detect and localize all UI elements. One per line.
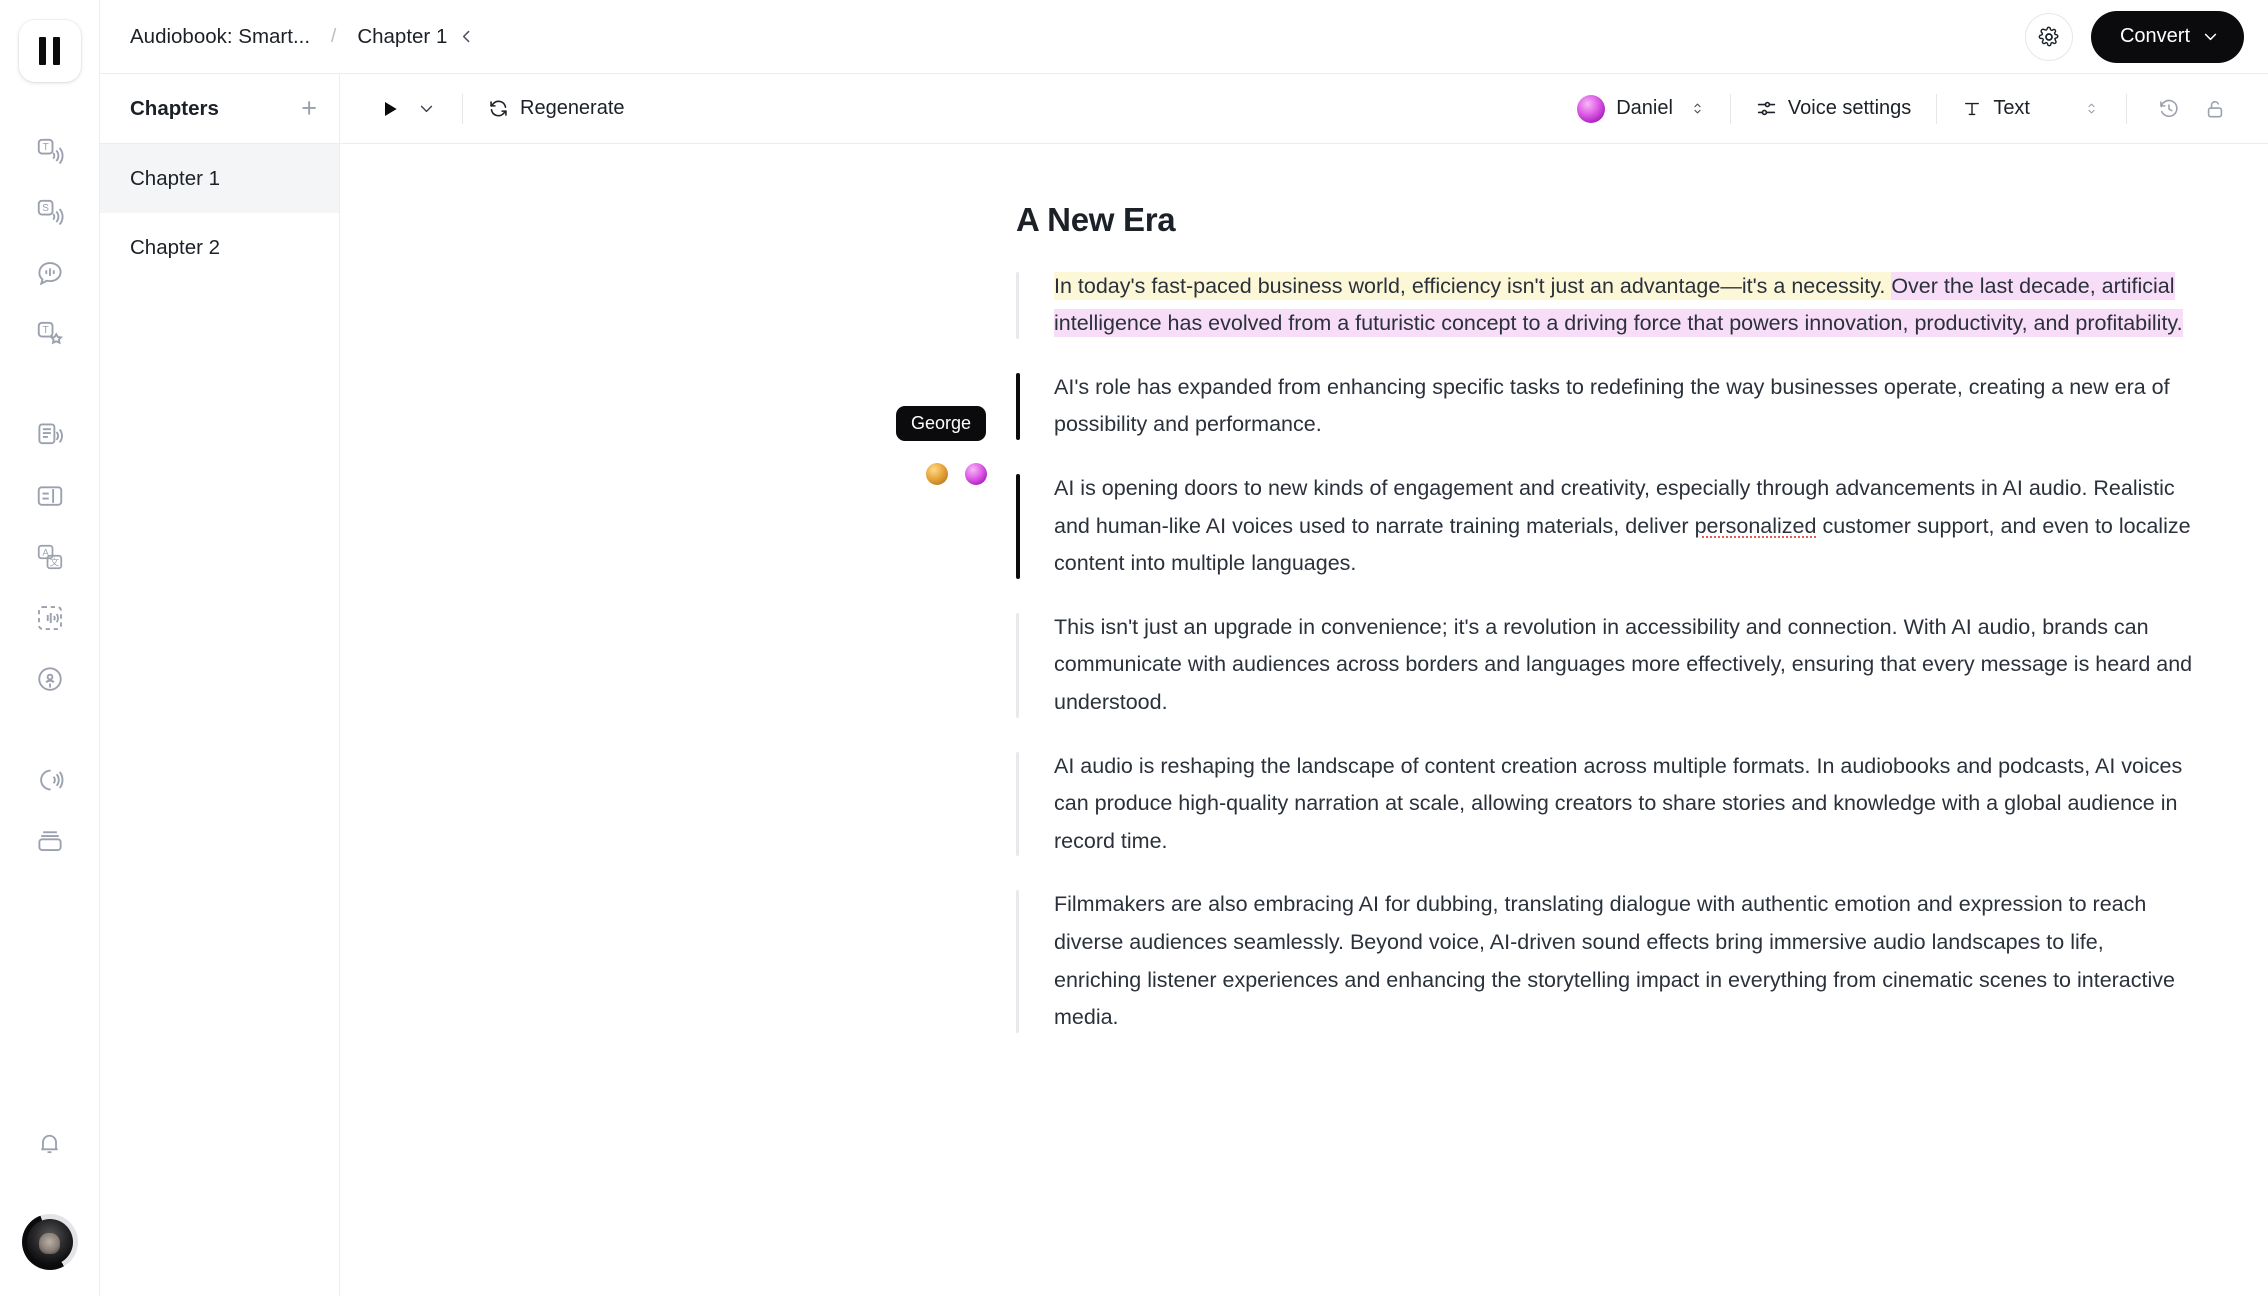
breadcrumb-separator: / [331,25,337,47]
play-options-chevron-down-icon[interactable] [410,100,443,117]
unlock-icon[interactable] [2192,86,2238,132]
app-root: T S T A 文 Audiobook: Smart... / Chapter … [0,0,2268,1296]
paragraph-2[interactable]: AI's role has expanded from enhancing sp… [1016,369,2196,444]
text-to-sfx-icon[interactable]: T [20,304,80,364]
chapter-label: Chapter 1 [130,166,221,190]
rail-top-section [18,0,81,82]
account-avatar[interactable] [21,1214,78,1270]
play-icon [385,101,397,116]
breadcrumb-root[interactable]: Audiobook: Smart... [130,25,310,49]
pause-bar-left [39,37,46,65]
highlight-yellow[interactable]: In today's fast-paced business world, ef… [1054,271,1892,300]
add-chapter-button[interactable]: + [301,95,317,122]
voice-name-label: Daniel [1616,97,1673,119]
main-column: Audiobook: Smart... / Chapter 1 Convert [100,0,2268,1296]
text-to-speech-icon[interactable]: T [20,121,80,181]
toolbar-center-group: Daniel Voice settings Text [1571,86,2238,132]
chevron-down-icon [2204,33,2217,41]
document-canvas[interactable]: George A New Era In today's fast-paced b… [340,144,2268,1296]
voice-settings-button[interactable]: Voice settings [1750,87,1917,131]
chapters-header: Chapters + [100,74,339,144]
sidebar-item-chapter-1[interactable]: Chapter 1 [100,144,339,213]
paragraph-text: AI audio is reshaping the landscape of c… [1054,753,2183,853]
editor-toolbar: Regenerate Daniel Voice settings Text [340,74,2268,144]
voice-selector[interactable]: Daniel [1571,87,1711,131]
editor-panel: Regenerate Daniel Voice settings Text Ge… [340,74,2268,1296]
rail-group-tools: A 文 [20,404,80,709]
pause-bar-right [53,37,60,65]
speech-to-speech-icon[interactable]: S [20,182,80,242]
svg-text:T: T [42,325,48,336]
translate-dub-icon[interactable]: A 文 [20,527,80,587]
toolbar-divider [1936,93,1938,124]
rail-bottom-section [20,1113,80,1296]
chapter-label: Chapter 2 [130,235,221,259]
history-icon[interactable] [2146,86,2192,132]
pause-button[interactable] [18,20,81,82]
speaker-avatars [926,463,987,485]
rail-group-generate: T S T [20,120,80,364]
document: George A New Era In today's fast-paced b… [340,144,2268,1037]
breadcrumb-current[interactable]: Chapter 1 [357,25,447,49]
avatar-photo [26,1219,73,1265]
paragraph-text: This isn't just an upgrade in convenienc… [1054,614,2193,714]
voice-avatar [1577,94,1606,123]
voice-library-icon[interactable] [20,750,80,810]
voice-isolator-icon[interactable] [20,588,80,648]
text-mode-button[interactable]: Text [1956,87,2036,131]
speaker-tooltip: George [896,406,987,441]
speaker-avatar-magenta[interactable] [965,463,987,485]
text-options-chevron-up-down-icon[interactable] [2076,100,2107,117]
header-actions: Convert [2024,10,2244,63]
notifications-bell-icon[interactable] [20,1114,80,1174]
paragraph-text: Filmmakers are also embracing AI for dub… [1054,892,2175,1030]
paragraph-1[interactable]: In today's fast-paced business world, ef… [1016,268,2196,343]
audio-editor-icon[interactable] [20,466,80,526]
chevron-left-icon[interactable] [458,28,475,45]
regenerate-button[interactable]: Regenerate [482,87,631,131]
play-button[interactable] [370,87,410,131]
paragraph-text: AI's role has expanded from enhancing sp… [1054,374,2170,437]
paragraph-6[interactable]: Filmmakers are also embracing AI for dub… [1016,886,2196,1036]
cards-stack-icon[interactable] [20,811,80,871]
paragraph-5[interactable]: AI audio is reshaping the landscape of c… [1016,748,2196,861]
toolbar-divider [2126,93,2127,124]
chapters-sidebar: Chapters + Chapter 1 Chapter 2 [100,74,340,1296]
sidebar-item-chapter-2[interactable]: Chapter 2 [100,213,339,282]
sliders-icon [1757,101,1776,116]
convert-label: Convert [2119,25,2190,47]
left-icon-rail: T S T A 文 [0,0,100,1296]
voice-settings-label: Voice settings [1787,97,1912,119]
voice-chat-icon[interactable] [20,243,80,303]
toolbar-divider [462,93,463,124]
svg-text:文: 文 [49,556,59,567]
rail-group-library [20,749,80,871]
settings-gear-icon[interactable] [2024,12,2073,61]
toolbar-divider [1729,93,1731,124]
chevron-up-down-icon [1694,103,1701,114]
text-mode-label: Text [1993,97,2030,119]
convert-button[interactable]: Convert [2090,10,2244,63]
page-title[interactable]: A New Era [1016,200,2196,240]
svg-text:T: T [42,142,48,153]
document-content: A New Era In today's fast-paced business… [1016,200,2196,1037]
top-header: Audiobook: Smart... / Chapter 1 Convert [100,0,2268,74]
regenerate-label: Regenerate [520,97,625,119]
svg-text:S: S [42,203,49,214]
paragraph-3[interactable]: AI is opening doors to new kinds of enga… [1016,470,2196,583]
speaker-avatar-gold[interactable] [926,463,948,485]
paragraph-4[interactable]: This isn't just an upgrade in convenienc… [1016,609,2196,722]
refresh-icon [490,100,507,117]
chapters-title: Chapters [130,96,219,120]
podcast-icon[interactable] [20,649,80,709]
body-area: Chapters + Chapter 1 Chapter 2 Regenerat… [100,74,2268,1296]
document-audio-icon[interactable] [20,405,80,465]
spellcheck-word[interactable]: personalized [1695,514,1817,538]
text-format-icon [1965,102,1980,115]
